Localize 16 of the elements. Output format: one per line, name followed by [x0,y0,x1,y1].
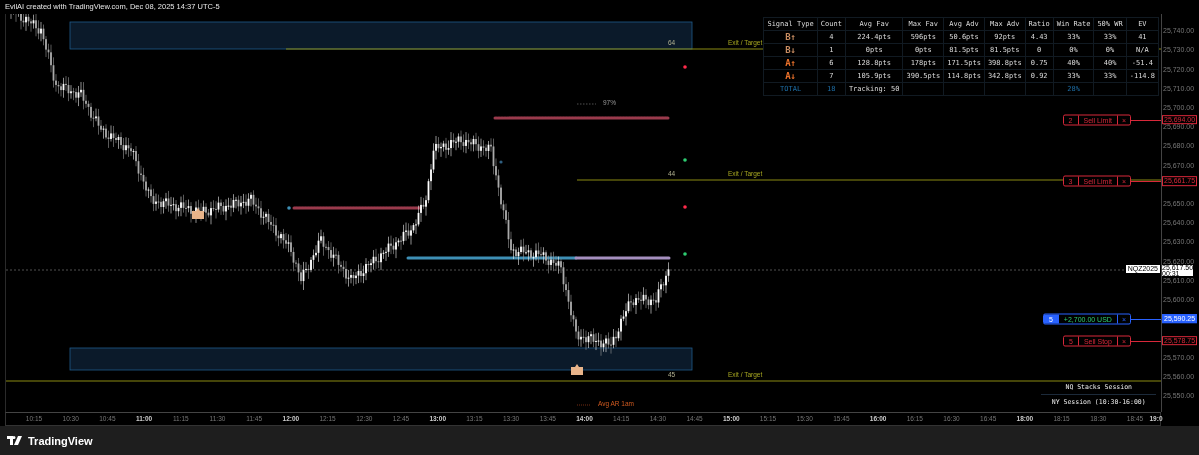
logo-icon [7,436,23,445]
table-cell: A↑ [763,56,818,70]
table-cell: B↓ [763,43,818,57]
average-line [576,404,592,406]
signal-dot-icon [287,206,291,210]
signal-dot-icon [683,65,687,69]
table-cell: A↓ [763,69,818,83]
table-cell: B↑ [763,30,818,44]
brand-name: TradingView [28,434,93,447]
signal-dot-icon [683,158,687,162]
signal-dot-icon [683,205,687,209]
entry-marker-icon [571,364,583,375]
signal-dot-icon [499,160,503,164]
signal-dot-icon [683,252,687,256]
entry-marker-icon [192,208,204,219]
probability-line [576,103,597,105]
